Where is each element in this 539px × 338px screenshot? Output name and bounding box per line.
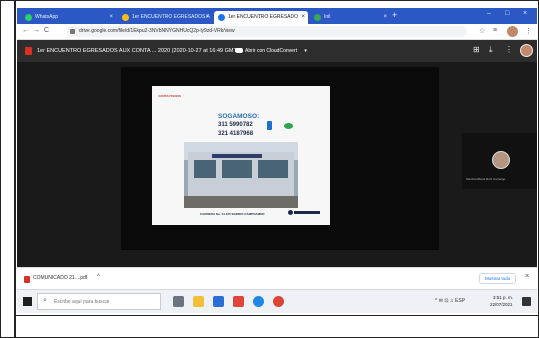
chevron-down-icon: ▾ — [304, 48, 307, 54]
reload-icon[interactable]: C — [44, 27, 49, 34]
notifications-icon[interactable] — [522, 297, 531, 306]
drive-viewer-header: 1er ENCUENTRO EGRESADOS AUX CONTA ... 20… — [17, 40, 537, 62]
system-tray[interactable]: ^ ✉ ⊡ ♫ ESP — [435, 298, 465, 304]
slides-icon — [122, 14, 129, 21]
edge-icon[interactable] — [253, 296, 264, 307]
tab-label: WhatsApp — [35, 14, 59, 20]
tab-encuentro-1[interactable]: 1er ENCUENTRO EGRESADOS A × — [118, 11, 212, 24]
meet-icon — [314, 14, 321, 21]
close-window-button[interactable]: × — [523, 10, 527, 17]
forward-icon[interactable]: → — [33, 27, 40, 34]
new-tab-button[interactable]: + — [392, 10, 397, 20]
search-input[interactable] — [54, 294, 158, 309]
lock-icon — [70, 29, 75, 34]
frame-divider — [14, 0, 16, 338]
slide-address: CARRERA No. 14-105 BARRIO CAMPOAMOR — [200, 212, 265, 216]
address-bar: ← → C drive.google.com/file/d/1Ekpu2-3NV… — [17, 24, 537, 40]
tab-inil[interactable]: Inil × — [310, 11, 390, 24]
open-with-button[interactable]: Abrir con CloudConvert ▾ — [235, 45, 307, 57]
tab-label: Inil — [324, 14, 331, 20]
file-explorer-icon[interactable] — [193, 296, 204, 307]
back-icon[interactable]: ← — [22, 27, 29, 34]
profile-avatar[interactable] — [507, 26, 518, 37]
slide-phone-2: 321 4187968 — [218, 131, 254, 137]
account-avatar[interactable] — [520, 44, 533, 57]
building-photo — [184, 142, 298, 208]
slide-phone-1: 311 5990782 — [218, 122, 253, 128]
store-icon[interactable] — [213, 296, 224, 307]
tab-label: 1er ENCUENTRO EGRESADOS A — [132, 14, 210, 20]
close-icon[interactable]: × — [383, 11, 387, 24]
taskbar: ⌕ ^ ✉ ⊡ ♫ ESP 3:51 p. m. 22/07/2021 — [17, 289, 537, 313]
video-player[interactable]: CONTACTENOS SOGAMOSO: 311 5990782 321 41… — [121, 67, 537, 250]
tab-label: 1er ENCUENTRO EGRESADO — [228, 14, 299, 20]
drive-icon — [218, 14, 225, 21]
task-view-icon[interactable] — [173, 296, 184, 307]
download-item[interactable]: COMUNICADO 21....pdf — [33, 275, 87, 281]
maximize-button[interactable]: □ — [505, 10, 509, 17]
menu-icon[interactable]: ⋮ — [525, 27, 532, 35]
video-file-icon — [25, 47, 32, 55]
close-icon[interactable]: × — [109, 11, 113, 24]
show-all-button[interactable]: Mostrar todo — [479, 273, 517, 284]
search-icon: ⌕ — [43, 297, 47, 304]
participant-tile: Sandra Milena Ruiz Camargo — [462, 133, 537, 189]
file-title: 1er ENCUENTRO EGRESADOS AUX CONTA ... 20… — [37, 48, 244, 54]
windows-start-icon[interactable] — [23, 297, 32, 306]
taskbar-search[interactable]: ⌕ — [37, 293, 161, 310]
office-icon[interactable] — [233, 296, 244, 307]
extensions-icon[interactable]: ≡ — [493, 27, 497, 34]
tab-encuentro-2[interactable]: 1er ENCUENTRO EGRESADO × — [214, 11, 308, 24]
minimize-button[interactable]: – — [487, 10, 491, 17]
clock-time[interactable]: 3:51 p. m. — [493, 295, 513, 300]
phone-icon — [267, 121, 272, 130]
screenshot-frame: WhatsApp × 1er ENCUENTRO EGRESADOS A × 1… — [0, 0, 539, 338]
download-bar: COMUNICADO 21....pdf ^ Mostrar todo × — [17, 267, 537, 289]
star-icon[interactable]: ☆ — [479, 27, 485, 35]
tab-strip: WhatsApp × 1er ENCUENTRO EGRESADOS A × 1… — [17, 8, 537, 24]
close-icon[interactable]: × — [301, 11, 305, 24]
slide-label: CONTACTENOS — [158, 94, 181, 98]
more-options-icon[interactable]: ⋮ — [505, 45, 513, 54]
close-icon[interactable]: × — [525, 273, 529, 280]
download-icon[interactable]: ⤓ — [489, 45, 493, 55]
pdf-icon — [24, 276, 30, 283]
institution-logo-text — [294, 211, 320, 214]
participant-name: Sandra Milena Ruiz Camargo — [466, 177, 506, 181]
clock-date[interactable]: 22/07/2021 — [490, 302, 513, 307]
chrome-icon[interactable] — [273, 296, 284, 307]
chevron-up-icon[interactable]: ^ — [97, 274, 100, 280]
whatsapp-icon — [25, 14, 32, 21]
tab-whatsapp[interactable]: WhatsApp × — [21, 11, 116, 24]
participant-avatar — [492, 151, 510, 169]
url-field[interactable]: drive.google.com/file/d/1Ekpu2-3NVbNNYGN… — [67, 26, 467, 37]
shared-slide: CONTACTENOS SOGAMOSO: 311 5990782 321 41… — [152, 86, 330, 225]
open-with-label: Abrir con CloudConvert — [245, 48, 297, 54]
video-area: CONTACTENOS SOGAMOSO: 311 5990782 321 41… — [17, 62, 537, 267]
institution-logo — [288, 210, 293, 215]
add-to-drive-icon[interactable]: ⊞ — [473, 45, 480, 54]
desktop-screen: WhatsApp × 1er ENCUENTRO EGRESADOS A × 1… — [17, 8, 537, 313]
whatsapp-icon — [284, 123, 293, 129]
slide-city: SOGAMOSO: — [218, 113, 260, 120]
cloud-icon — [235, 48, 243, 53]
url-text: drive.google.com/file/d/1Ekpu2-3NVbNNYGN… — [79, 28, 235, 34]
frame-divider — [14, 315, 539, 316]
close-icon[interactable]: × — [205, 11, 209, 24]
